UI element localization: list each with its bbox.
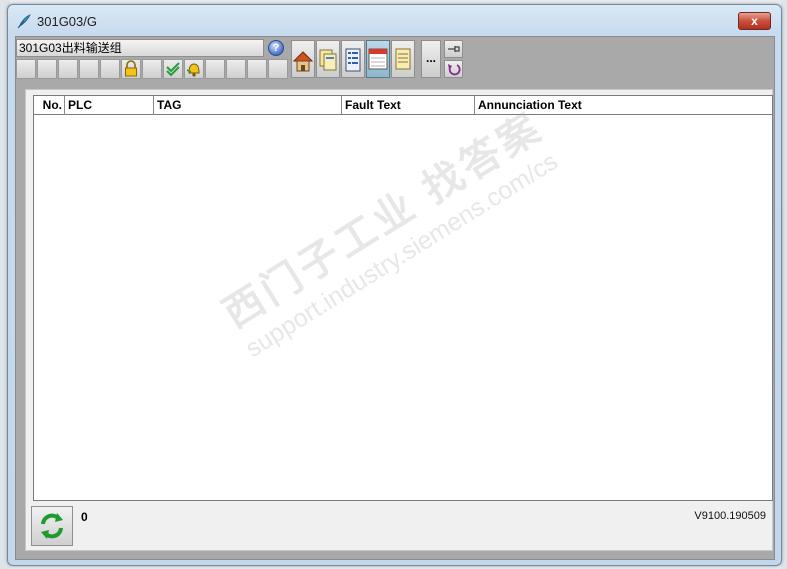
toolbar-button-3[interactable]	[58, 59, 78, 79]
alarm-count: 0	[81, 510, 88, 524]
documents-icon	[319, 49, 337, 71]
calendar-button[interactable]	[366, 40, 390, 78]
notes-icon	[395, 48, 411, 70]
toolbar-button-1[interactable]	[16, 59, 36, 79]
column-header-no[interactable]: No.	[34, 96, 65, 115]
toolbar-button-5[interactable]	[100, 59, 120, 79]
bell-icon	[186, 63, 200, 77]
version-label: V9100.190509	[694, 510, 766, 522]
pin-button[interactable]	[444, 40, 463, 58]
acknowledge-button[interactable]	[163, 59, 183, 79]
alarm-table-header: No. PLC TAG Fault Text Annunciation Text	[34, 96, 772, 115]
alarm-table[interactable]: No. PLC TAG Fault Text Annunciation Text	[33, 95, 773, 501]
toolbar-button-11[interactable]	[226, 59, 246, 79]
pin-icon	[448, 46, 460, 52]
faceplate-client-area: 301G03出料输送组 ? ... No. PLC TAG Fault Text…	[15, 36, 775, 560]
column-header-plc[interactable]: PLC	[65, 96, 154, 115]
list-button[interactable]	[341, 40, 365, 78]
undo-icon	[448, 64, 461, 76]
home-icon	[292, 51, 314, 72]
lock-icon	[125, 60, 137, 77]
horn-acknowledge-button[interactable]	[184, 59, 204, 79]
close-button[interactable]: x	[738, 12, 771, 30]
group-name-field[interactable]: 301G03出料输送组	[16, 39, 264, 57]
column-header-fault-text[interactable]: Fault Text	[342, 96, 475, 115]
toolbar-button-13[interactable]	[268, 59, 288, 79]
column-header-annunciation-text[interactable]: Annunciation Text	[475, 96, 772, 115]
calendar-icon	[368, 48, 388, 70]
feather-icon	[17, 14, 31, 29]
toolbar-button-4[interactable]	[79, 59, 99, 79]
documents-button[interactable]	[316, 40, 340, 78]
help-icon[interactable]: ?	[268, 40, 284, 56]
lock-button[interactable]	[121, 59, 141, 79]
close-icon: x	[751, 14, 758, 28]
more-button[interactable]: ...	[421, 40, 441, 78]
alarm-panel: No. PLC TAG Fault Text Annunciation Text…	[25, 89, 773, 551]
home-button[interactable]	[291, 40, 315, 78]
refresh-icon	[41, 513, 63, 539]
toolbar-button-10[interactable]	[205, 59, 225, 79]
toolbar-button-2[interactable]	[37, 59, 57, 79]
column-header-tag[interactable]: TAG	[154, 96, 342, 115]
toolbar-button-7[interactable]	[142, 59, 162, 79]
window-title: 301G03/G	[37, 14, 97, 29]
list-icon	[345, 48, 361, 72]
check-icon	[166, 62, 180, 77]
title-bar[interactable]: 301G03/G x	[8, 5, 781, 35]
undo-button[interactable]	[444, 60, 463, 78]
refresh-button[interactable]	[31, 506, 73, 546]
toolbar-button-12[interactable]	[247, 59, 267, 79]
faceplate-window: 301G03/G x 301G03出料输送组 ? ... No. PLC TAG…	[7, 4, 782, 566]
notes-button[interactable]	[391, 40, 415, 78]
